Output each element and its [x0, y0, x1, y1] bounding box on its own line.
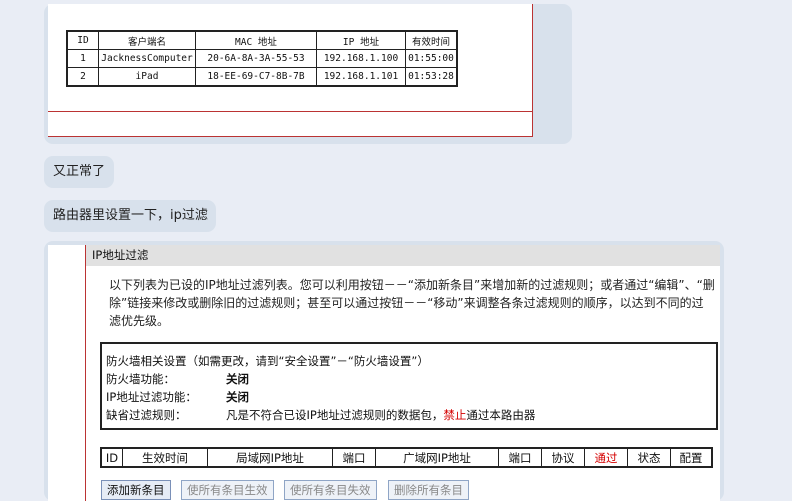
col-client-name: 客户端名 [98, 30, 196, 50]
default-rule-prefix: 凡是不符合已设IP地址过滤规则的数据包， [226, 408, 444, 422]
divider-line [48, 111, 532, 112]
col-protocol: 协议 [541, 447, 585, 468]
table-header-row: ID 客户端名 MAC 地址 IP 地址 有效时间 [66, 30, 458, 50]
message-text: 路由器里设置一下，ip过滤 [53, 208, 208, 223]
cell-client-name: JacknessComputer [98, 49, 196, 68]
enable-all-button[interactable]: 使所有条目生效 [181, 480, 274, 500]
col-config: 配置 [670, 447, 713, 468]
col-effective-time: 生效时间 [122, 447, 208, 468]
page-left-border [85, 245, 86, 501]
default-rule-label: 缺省过滤规则： [106, 408, 187, 422]
col-lan-port: 端口 [332, 447, 376, 468]
col-id: ID [66, 30, 99, 50]
default-rule-suffix: 通过本路由器 [466, 408, 536, 422]
default-rule-forbid: 禁止 [443, 408, 467, 422]
firewall-label: 防火墙功能： [106, 372, 175, 386]
ipfilter-value: 关闭 [226, 390, 249, 404]
col-ip: IP 地址 [316, 30, 406, 50]
add-entry-button[interactable]: 添加新条目 [101, 480, 171, 500]
disable-all-button[interactable]: 使所有条目失效 [284, 480, 377, 500]
cell-ip: 192.168.1.100 [316, 49, 406, 68]
page-title: IP地址过滤 [86, 245, 720, 266]
filter-rules-table: ID 生效时间 局域网IP地址 端口 广域网IP地址 端口 协议 通过 状态 配… [100, 447, 713, 468]
table-row: 2 iPad 18-EE-69-C7-8B-7B 192.168.1.101 0… [66, 67, 458, 87]
cell-id: 1 [66, 49, 99, 68]
default-rule-value: 凡是不符合已设IP地址过滤规则的数据包，禁止通过本路由器 [226, 407, 535, 423]
col-lan-ip: 局域网IP地址 [207, 447, 333, 468]
col-status: 状态 [627, 447, 671, 468]
cell-lease-time: 01:55:00 [405, 49, 458, 68]
firewall-settings-box: 防火墙相关设置（如需更改，请到“安全设置”－“防火墙设置”） 防火墙功能： 关闭… [100, 342, 718, 430]
page-description: 以下列表为已设的IP地址过滤列表。您可以利用按钮－－“添加新条目”来增加新的过滤… [109, 278, 715, 328]
col-wan-port: 端口 [498, 447, 542, 468]
ipfilter-label: IP地址过滤功能： [106, 390, 197, 404]
message-bubble[interactable]: 又正常了 [44, 156, 114, 188]
col-lease-time: 有效时间 [405, 30, 458, 50]
firewall-value: 关闭 [226, 372, 249, 386]
cell-lease-time: 01:53:28 [405, 67, 458, 87]
cell-ip: 192.168.1.101 [316, 67, 406, 87]
col-id: ID [100, 447, 123, 468]
cell-mac: 20-6A-8A-3A-55-53 [195, 49, 317, 68]
col-pass: 通过 [584, 447, 628, 468]
firewall-heading: 防火墙相关设置（如需更改，请到“安全设置”－“防火墙设置”） [106, 354, 429, 368]
cell-mac: 18-EE-69-C7-8B-7B [195, 67, 317, 87]
col-wan-ip: 广域网IP地址 [375, 447, 499, 468]
table-header-row: ID 生效时间 局域网IP地址 端口 广域网IP地址 端口 协议 通过 状态 配… [100, 447, 713, 468]
message-text: 又正常了 [53, 164, 106, 179]
table-row: 1 JacknessComputer 20-6A-8A-3A-55-53 192… [66, 49, 458, 68]
dhcp-client-table: ID 客户端名 MAC 地址 IP 地址 有效时间 1 JacknessComp… [66, 30, 458, 87]
cell-client-name: iPad [98, 67, 196, 87]
message-bubble[interactable]: 路由器里设置一下，ip过滤 [44, 200, 216, 232]
col-mac: MAC 地址 [195, 30, 317, 50]
delete-all-button[interactable]: 删除所有条目 [388, 480, 469, 500]
cell-id: 2 [66, 67, 99, 87]
